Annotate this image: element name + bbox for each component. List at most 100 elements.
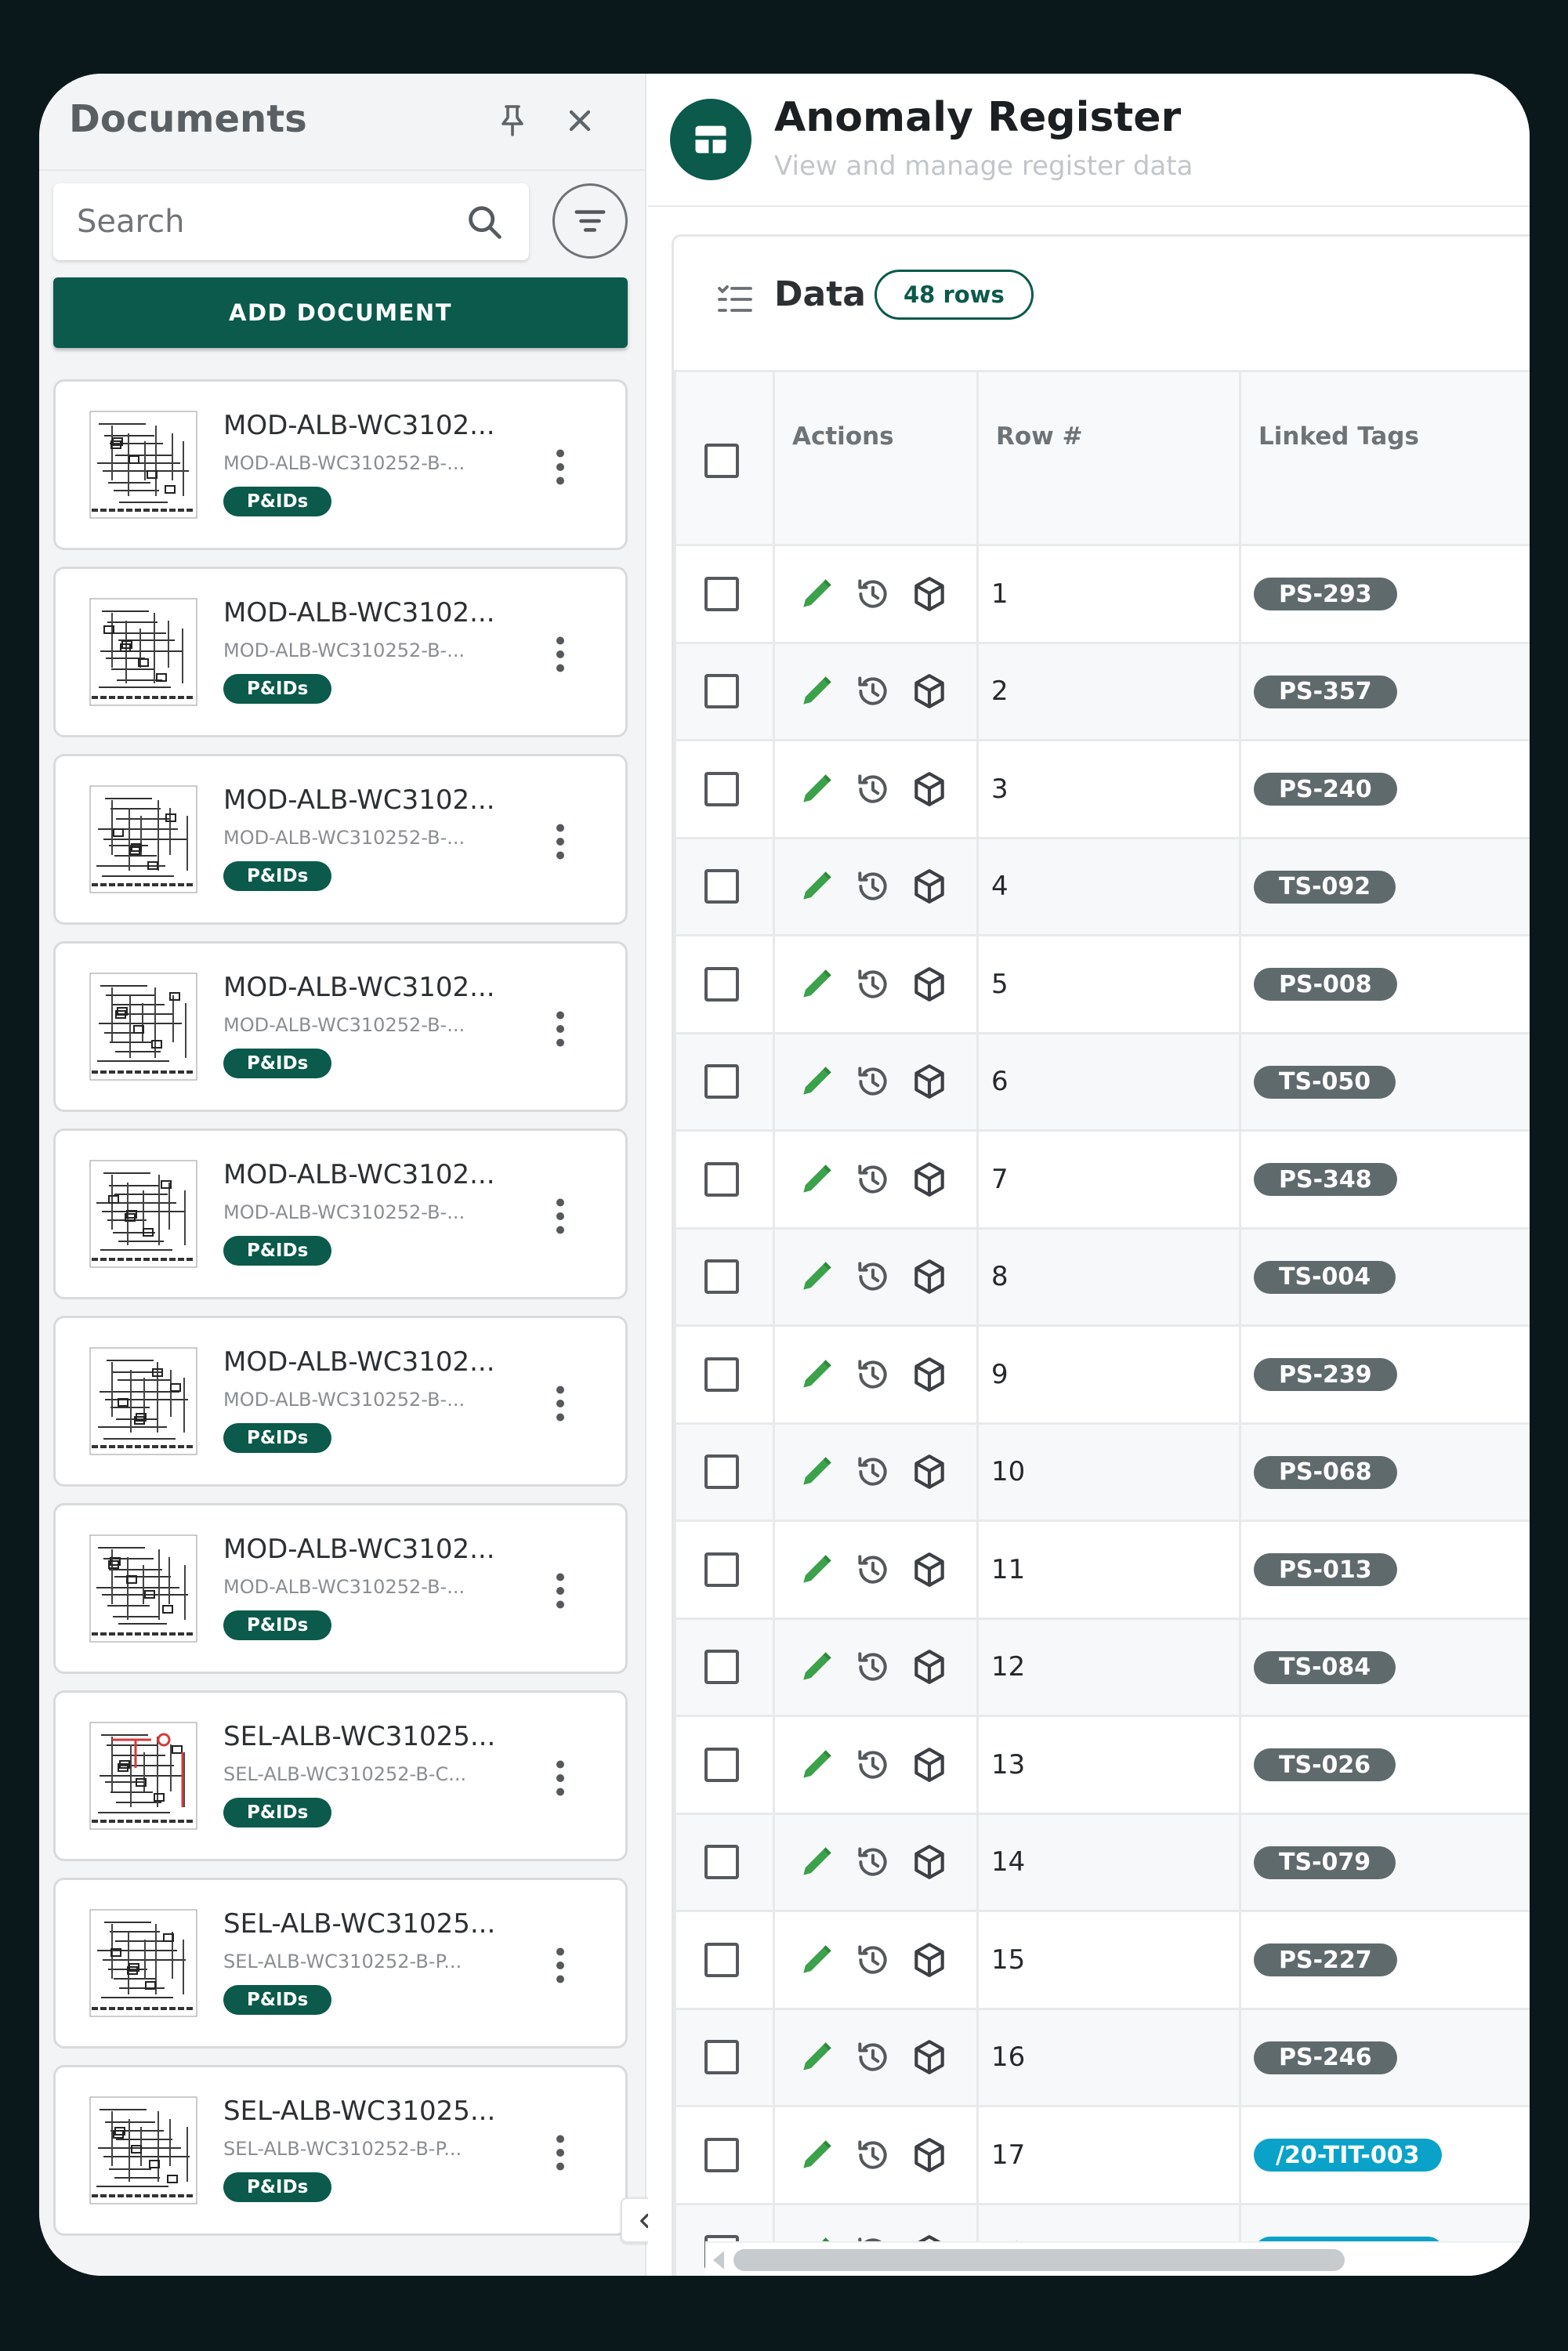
document-card[interactable]: MOD-ALB-WC3102... MOD-ALB-WC310252-B-...… xyxy=(53,567,628,737)
history-icon[interactable] xyxy=(853,1257,893,1296)
table-row[interactable]: 7 PS-348 xyxy=(674,1129,1530,1230)
row-checkbox[interactable] xyxy=(704,869,739,904)
kebab-icon[interactable] xyxy=(551,2133,570,2172)
table-row[interactable]: 6 TS-050 xyxy=(674,1031,1530,1132)
table-row[interactable]: 10 PS-068 xyxy=(674,1422,1530,1522)
scrollbar-thumb[interactable] xyxy=(733,2249,1345,2271)
history-icon[interactable] xyxy=(853,1647,893,1686)
cube-icon[interactable] xyxy=(910,1257,949,1296)
document-card[interactable]: MOD-ALB-WC3102... MOD-ALB-WC310252-B-...… xyxy=(53,1316,628,1487)
table-row[interactable]: 13 TS-026 xyxy=(674,1715,1530,1815)
document-card[interactable]: MOD-ALB-WC3102... MOD-ALB-WC310252-B-...… xyxy=(53,941,628,1112)
table-row[interactable]: 3 PS-240 xyxy=(674,739,1530,839)
kebab-icon[interactable] xyxy=(551,1946,570,1985)
linked-tag-chip[interactable]: PS-239 xyxy=(1254,1358,1397,1391)
pencil-icon[interactable] xyxy=(797,1745,836,1784)
table-row[interactable]: 8 TS-004 xyxy=(674,1226,1530,1327)
cube-icon[interactable] xyxy=(910,672,949,711)
row-checkbox[interactable] xyxy=(704,771,739,806)
filter-button[interactable] xyxy=(552,183,628,259)
pencil-icon[interactable] xyxy=(797,1257,836,1296)
table-row[interactable]: 17 /20-TIT-003 xyxy=(674,2105,1530,2205)
cube-icon[interactable] xyxy=(910,1647,949,1686)
cube-icon[interactable] xyxy=(910,965,949,1004)
linked-tag-chip[interactable]: TS-026 xyxy=(1254,1748,1396,1781)
row-checkbox[interactable] xyxy=(704,966,739,1002)
linked-tag-chip[interactable]: TS-050 xyxy=(1254,1065,1396,1099)
linked-tag-chip[interactable]: PS-357 xyxy=(1254,675,1397,708)
pencil-icon[interactable] xyxy=(797,1842,836,1882)
cube-icon[interactable] xyxy=(910,574,949,614)
pencil-icon[interactable] xyxy=(797,1062,836,1101)
history-icon[interactable] xyxy=(853,574,893,614)
history-icon[interactable] xyxy=(853,1550,893,1589)
history-icon[interactable] xyxy=(853,1842,893,1882)
pencil-icon[interactable] xyxy=(797,574,836,614)
table-row[interactable]: 1 PS-293 xyxy=(674,544,1530,644)
history-icon[interactable] xyxy=(853,1940,893,1980)
document-card[interactable]: SEL-ALB-WC31025... SEL-ALB-WC310252-B-C.… xyxy=(53,1690,628,1861)
cube-icon[interactable] xyxy=(910,1062,949,1101)
row-checkbox[interactable] xyxy=(704,2040,739,2075)
scroll-left-icon[interactable] xyxy=(708,2249,729,2271)
document-card[interactable]: SEL-ALB-WC31025... SEL-ALB-WC310252-B-P.… xyxy=(53,2065,628,2236)
linked-tag-chip[interactable]: PS-348 xyxy=(1254,1163,1397,1196)
row-checkbox[interactable] xyxy=(704,1650,739,1685)
kebab-icon[interactable] xyxy=(551,1009,570,1049)
pencil-icon[interactable] xyxy=(797,1647,836,1686)
linked-tag-chip[interactable]: PS-227 xyxy=(1254,1943,1397,1976)
cube-icon[interactable] xyxy=(910,1745,949,1784)
cube-icon[interactable] xyxy=(910,1940,949,1980)
table-row[interactable]: 4 TS-092 xyxy=(674,836,1530,936)
pencil-icon[interactable] xyxy=(797,1550,836,1589)
cube-icon[interactable] xyxy=(910,2135,949,2175)
horizontal-scrollbar[interactable] xyxy=(705,2241,1530,2276)
pencil-icon[interactable] xyxy=(797,2038,836,2077)
row-checkbox[interactable] xyxy=(704,674,739,709)
kebab-icon[interactable] xyxy=(551,1197,570,1236)
pencil-icon[interactable] xyxy=(797,1940,836,1980)
table-row[interactable]: 16 PS-246 xyxy=(674,2007,1530,2107)
linked-tag-chip[interactable]: TS-004 xyxy=(1254,1260,1396,1294)
history-icon[interactable] xyxy=(853,867,893,906)
table-row[interactable]: 9 PS-239 xyxy=(674,1324,1530,1425)
table-row[interactable]: 12 TS-084 xyxy=(674,1617,1530,1717)
cube-icon[interactable] xyxy=(910,770,949,809)
history-icon[interactable] xyxy=(853,672,893,711)
row-checkbox[interactable] xyxy=(704,2137,739,2172)
pencil-icon[interactable] xyxy=(797,672,836,711)
linked-tag-chip[interactable]: PS-013 xyxy=(1254,1553,1397,1586)
pencil-icon[interactable] xyxy=(797,965,836,1004)
column-header-linked-tags[interactable]: Linked Tags xyxy=(1239,370,1530,546)
kebab-icon[interactable] xyxy=(551,447,570,487)
select-all-checkbox[interactable] xyxy=(704,443,739,478)
cube-icon[interactable] xyxy=(910,1842,949,1882)
table-row[interactable]: 14 TS-079 xyxy=(674,1812,1530,1912)
document-card[interactable]: MOD-ALB-WC3102... MOD-ALB-WC310252-B-...… xyxy=(53,1503,628,1674)
row-checkbox[interactable] xyxy=(704,1259,739,1295)
kebab-icon[interactable] xyxy=(551,822,570,861)
kebab-icon[interactable] xyxy=(551,1384,570,1423)
history-icon[interactable] xyxy=(853,2038,893,2077)
history-icon[interactable] xyxy=(853,2135,893,2175)
history-icon[interactable] xyxy=(853,1062,893,1101)
row-checkbox[interactable] xyxy=(704,1064,739,1099)
row-checkbox[interactable] xyxy=(704,1357,739,1392)
linked-tag-chip[interactable]: PS-293 xyxy=(1254,578,1397,610)
history-icon[interactable] xyxy=(853,1160,893,1199)
linked-tag-chip[interactable]: PS-240 xyxy=(1254,773,1397,806)
cube-icon[interactable] xyxy=(910,1452,949,1491)
table-row[interactable]: 2 PS-357 xyxy=(674,641,1530,741)
pencil-icon[interactable] xyxy=(797,867,836,906)
column-header-actions[interactable]: Actions xyxy=(773,370,979,546)
document-card[interactable]: MOD-ALB-WC3102... MOD-ALB-WC310252-B-...… xyxy=(53,754,628,925)
history-icon[interactable] xyxy=(853,1355,893,1394)
row-checkbox[interactable] xyxy=(704,1747,739,1782)
cube-icon[interactable] xyxy=(910,867,949,906)
add-document-button[interactable]: ADD DOCUMENT xyxy=(53,277,628,348)
pencil-icon[interactable] xyxy=(797,1452,836,1491)
kebab-icon[interactable] xyxy=(551,1571,570,1610)
pencil-icon[interactable] xyxy=(797,1355,836,1394)
cube-icon[interactable] xyxy=(910,1550,949,1589)
history-icon[interactable] xyxy=(853,1452,893,1491)
